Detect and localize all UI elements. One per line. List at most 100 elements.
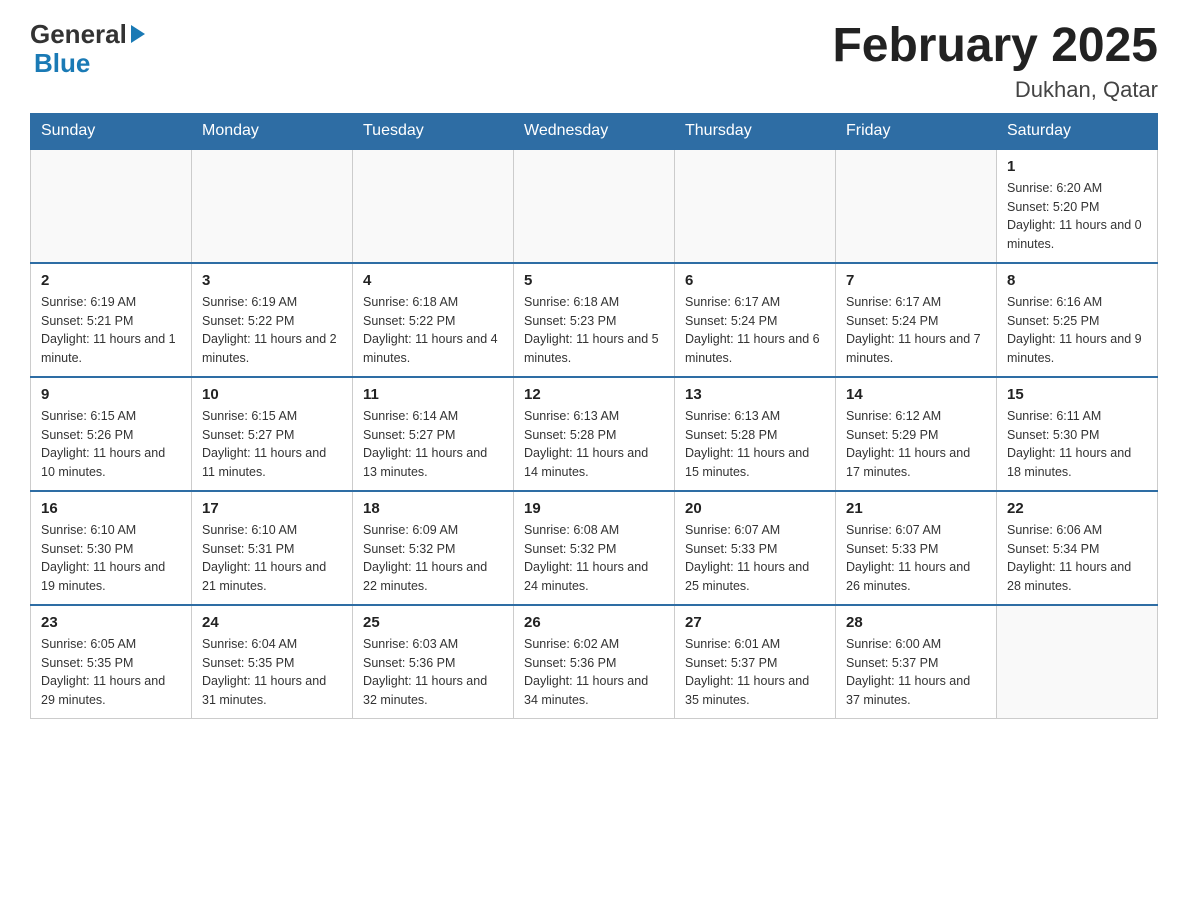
column-header-thursday: Thursday xyxy=(675,113,836,149)
day-info: Sunrise: 6:12 AM Sunset: 5:29 PM Dayligh… xyxy=(846,407,986,482)
week-row-3: 9 Sunrise: 6:15 AM Sunset: 5:26 PM Daylig… xyxy=(31,377,1158,491)
day-info: Sunrise: 6:19 AM Sunset: 5:21 PM Dayligh… xyxy=(41,293,181,368)
day-number: 10 xyxy=(202,386,342,403)
day-number: 12 xyxy=(524,386,664,403)
day-cell: 11 Sunrise: 6:14 AM Sunset: 5:27 PM Dayli… xyxy=(353,377,514,491)
day-info: Sunrise: 6:06 AM Sunset: 5:34 PM Dayligh… xyxy=(1007,521,1147,596)
page-header: General Blue February 2025 Dukhan, Qatar xyxy=(30,20,1158,103)
day-info: Sunrise: 6:14 AM Sunset: 5:27 PM Dayligh… xyxy=(363,407,503,482)
day-cell: 3 Sunrise: 6:19 AM Sunset: 5:22 PM Daylig… xyxy=(192,263,353,377)
day-info: Sunrise: 6:03 AM Sunset: 5:36 PM Dayligh… xyxy=(363,635,503,710)
day-number: 13 xyxy=(685,386,825,403)
week-row-5: 23 Sunrise: 6:05 AM Sunset: 5:35 PM Dayli… xyxy=(31,605,1158,719)
day-number: 26 xyxy=(524,614,664,631)
day-cell xyxy=(836,149,997,263)
day-number: 17 xyxy=(202,500,342,517)
day-cell: 13 Sunrise: 6:13 AM Sunset: 5:28 PM Dayli… xyxy=(675,377,836,491)
day-info: Sunrise: 6:15 AM Sunset: 5:26 PM Dayligh… xyxy=(41,407,181,482)
day-cell: 17 Sunrise: 6:10 AM Sunset: 5:31 PM Dayli… xyxy=(192,491,353,605)
day-info: Sunrise: 6:16 AM Sunset: 5:25 PM Dayligh… xyxy=(1007,293,1147,368)
day-cell: 6 Sunrise: 6:17 AM Sunset: 5:24 PM Daylig… xyxy=(675,263,836,377)
day-cell: 28Sunrise: 6:00 AM Sunset: 5:37 PM Dayli… xyxy=(836,605,997,719)
logo-triangle-icon xyxy=(131,25,145,43)
day-cell: 4 Sunrise: 6:18 AM Sunset: 5:22 PM Daylig… xyxy=(353,263,514,377)
day-info: Sunrise: 6:04 AM Sunset: 5:35 PM Dayligh… xyxy=(202,635,342,710)
week-row-1: 1 Sunrise: 6:20 AM Sunset: 5:20 PM Daylig… xyxy=(31,149,1158,263)
day-info: Sunrise: 6:18 AM Sunset: 5:23 PM Dayligh… xyxy=(524,293,664,368)
day-number: 15 xyxy=(1007,386,1147,403)
calendar-subtitle: Dukhan, Qatar xyxy=(832,77,1158,103)
day-cell: 8Sunrise: 6:16 AM Sunset: 5:25 PM Daylig… xyxy=(997,263,1158,377)
day-info: Sunrise: 6:07 AM Sunset: 5:33 PM Dayligh… xyxy=(846,521,986,596)
calendar-header-row: SundayMondayTuesdayWednesdayThursdayFrid… xyxy=(31,113,1158,149)
day-info: Sunrise: 6:17 AM Sunset: 5:24 PM Dayligh… xyxy=(685,293,825,368)
day-cell: 22 Sunrise: 6:06 AM Sunset: 5:34 PM Dayli… xyxy=(997,491,1158,605)
day-cell: 24Sunrise: 6:04 AM Sunset: 5:35 PM Dayli… xyxy=(192,605,353,719)
day-number: 11 xyxy=(363,386,503,403)
day-number: 25 xyxy=(363,614,503,631)
day-number: 14 xyxy=(846,386,986,403)
day-info: Sunrise: 6:08 AM Sunset: 5:32 PM Dayligh… xyxy=(524,521,664,596)
day-cell: 16 Sunrise: 6:10 AM Sunset: 5:30 PM Dayli… xyxy=(31,491,192,605)
day-cell: 20Sunrise: 6:07 AM Sunset: 5:33 PM Dayli… xyxy=(675,491,836,605)
day-info: Sunrise: 6:13 AM Sunset: 5:28 PM Dayligh… xyxy=(685,407,825,482)
day-number: 27 xyxy=(685,614,825,631)
day-info: Sunrise: 6:10 AM Sunset: 5:31 PM Dayligh… xyxy=(202,521,342,596)
day-cell xyxy=(31,149,192,263)
logo-general-text: General xyxy=(30,20,127,49)
day-cell xyxy=(514,149,675,263)
day-cell: 25 Sunrise: 6:03 AM Sunset: 5:36 PM Dayli… xyxy=(353,605,514,719)
day-cell: 9 Sunrise: 6:15 AM Sunset: 5:26 PM Daylig… xyxy=(31,377,192,491)
day-number: 22 xyxy=(1007,500,1147,517)
day-number: 16 xyxy=(41,500,181,517)
week-row-4: 16 Sunrise: 6:10 AM Sunset: 5:30 PM Dayli… xyxy=(31,491,1158,605)
day-cell: 5Sunrise: 6:18 AM Sunset: 5:23 PM Daylig… xyxy=(514,263,675,377)
logo: General Blue xyxy=(30,20,145,77)
day-number: 19 xyxy=(524,500,664,517)
day-cell: 26 Sunrise: 6:02 AM Sunset: 5:36 PM Dayli… xyxy=(514,605,675,719)
week-row-2: 2 Sunrise: 6:19 AM Sunset: 5:21 PM Daylig… xyxy=(31,263,1158,377)
day-info: Sunrise: 6:05 AM Sunset: 5:35 PM Dayligh… xyxy=(41,635,181,710)
day-info: Sunrise: 6:10 AM Sunset: 5:30 PM Dayligh… xyxy=(41,521,181,596)
column-header-tuesday: Tuesday xyxy=(353,113,514,149)
day-cell xyxy=(675,149,836,263)
title-area: February 2025 Dukhan, Qatar xyxy=(832,20,1158,103)
day-cell: 15 Sunrise: 6:11 AM Sunset: 5:30 PM Dayli… xyxy=(997,377,1158,491)
day-info: Sunrise: 6:17 AM Sunset: 5:24 PM Dayligh… xyxy=(846,293,986,368)
day-info: Sunrise: 6:13 AM Sunset: 5:28 PM Dayligh… xyxy=(524,407,664,482)
day-cell: 12 Sunrise: 6:13 AM Sunset: 5:28 PM Dayli… xyxy=(514,377,675,491)
day-info: Sunrise: 6:11 AM Sunset: 5:30 PM Dayligh… xyxy=(1007,407,1147,482)
day-info: Sunrise: 6:00 AM Sunset: 5:37 PM Dayligh… xyxy=(846,635,986,710)
column-header-sunday: Sunday xyxy=(31,113,192,149)
day-number: 2 xyxy=(41,272,181,289)
day-number: 1 xyxy=(1007,158,1147,175)
day-cell: 1 Sunrise: 6:20 AM Sunset: 5:20 PM Daylig… xyxy=(997,149,1158,263)
day-cell xyxy=(997,605,1158,719)
column-header-wednesday: Wednesday xyxy=(514,113,675,149)
day-number: 4 xyxy=(363,272,503,289)
day-number: 18 xyxy=(363,500,503,517)
day-info: Sunrise: 6:01 AM Sunset: 5:37 PM Dayligh… xyxy=(685,635,825,710)
day-number: 23 xyxy=(41,614,181,631)
day-info: Sunrise: 6:15 AM Sunset: 5:27 PM Dayligh… xyxy=(202,407,342,482)
day-number: 6 xyxy=(685,272,825,289)
day-number: 21 xyxy=(846,500,986,517)
day-cell: 14 Sunrise: 6:12 AM Sunset: 5:29 PM Dayli… xyxy=(836,377,997,491)
column-header-saturday: Saturday xyxy=(997,113,1158,149)
day-number: 7 xyxy=(846,272,986,289)
day-cell: 21 Sunrise: 6:07 AM Sunset: 5:33 PM Dayli… xyxy=(836,491,997,605)
day-info: Sunrise: 6:20 AM Sunset: 5:20 PM Dayligh… xyxy=(1007,179,1147,254)
day-number: 3 xyxy=(202,272,342,289)
day-info: Sunrise: 6:19 AM Sunset: 5:22 PM Dayligh… xyxy=(202,293,342,368)
day-info: Sunrise: 6:02 AM Sunset: 5:36 PM Dayligh… xyxy=(524,635,664,710)
day-info: Sunrise: 6:07 AM Sunset: 5:33 PM Dayligh… xyxy=(685,521,825,596)
day-cell: 23 Sunrise: 6:05 AM Sunset: 5:35 PM Dayli… xyxy=(31,605,192,719)
day-number: 9 xyxy=(41,386,181,403)
logo-blue-text: Blue xyxy=(34,48,90,78)
day-cell xyxy=(192,149,353,263)
day-cell: 27 Sunrise: 6:01 AM Sunset: 5:37 PM Dayli… xyxy=(675,605,836,719)
day-info: Sunrise: 6:18 AM Sunset: 5:22 PM Dayligh… xyxy=(363,293,503,368)
column-header-monday: Monday xyxy=(192,113,353,149)
day-info: Sunrise: 6:09 AM Sunset: 5:32 PM Dayligh… xyxy=(363,521,503,596)
column-header-friday: Friday xyxy=(836,113,997,149)
